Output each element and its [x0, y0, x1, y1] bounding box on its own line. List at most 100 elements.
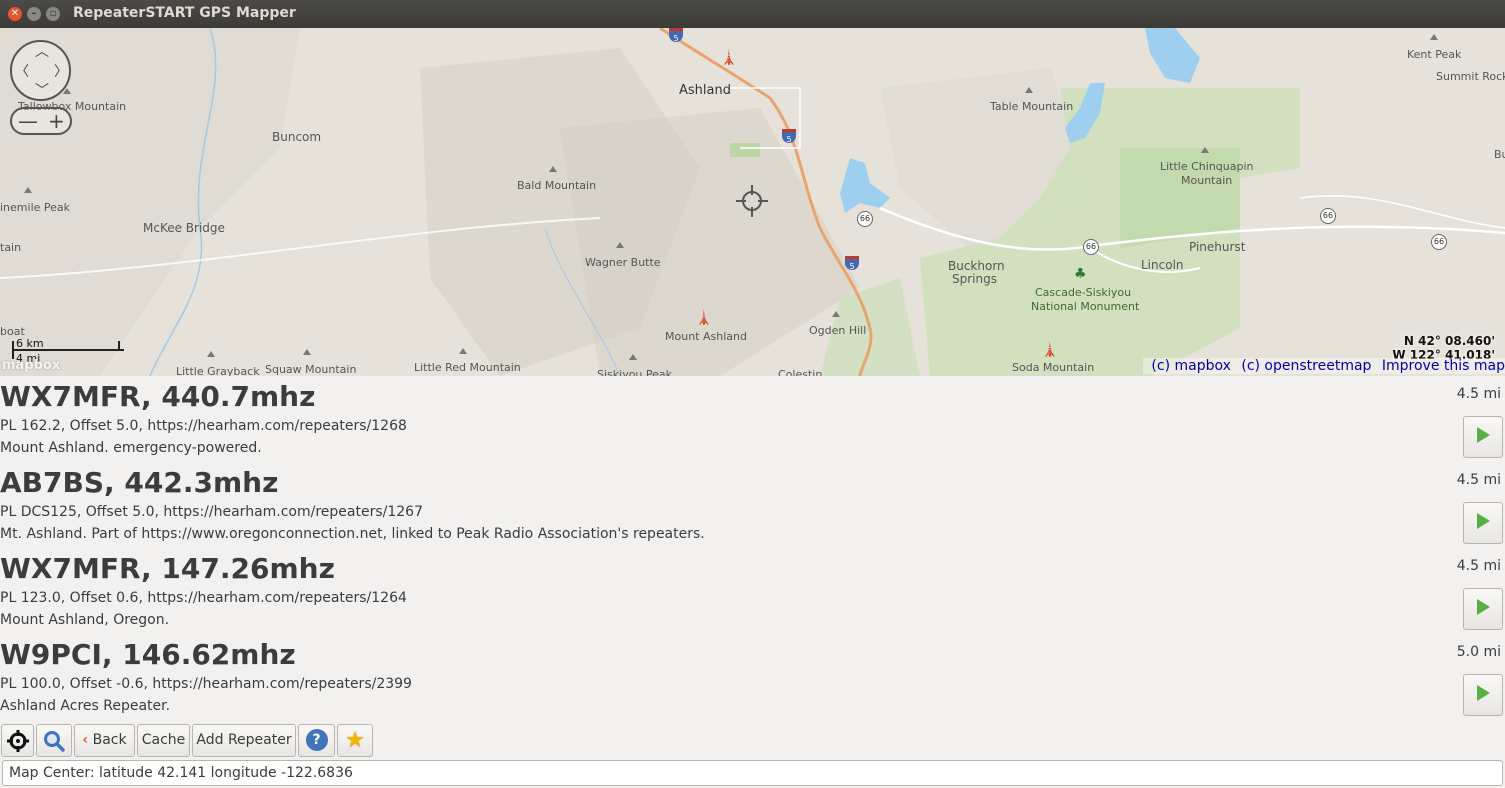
repeater-distance: 4.5 mi: [1457, 386, 1501, 402]
bottom-toolbar: ‹ Back Cache Add Repeater ? ★: [0, 724, 1505, 758]
map-label: Little Chinquapin: [1160, 160, 1254, 173]
coordinate-latitude: N 42° 08.460': [1392, 334, 1495, 348]
gps-locate-button[interactable]: [1, 724, 34, 757]
radio-tower-icon[interactable]: 🗼: [720, 50, 737, 66]
repeater-details: PL 162.2, Offset 5.0, https://hearham.co…: [0, 418, 407, 434]
peak-icon: [832, 311, 840, 317]
search-icon: [43, 730, 65, 752]
play-button[interactable]: [1463, 588, 1503, 630]
map-label: Mount Ashland: [665, 330, 747, 343]
peak-icon: [24, 187, 32, 193]
pan-down-icon[interactable]: ﹀: [35, 80, 49, 100]
repeater-details: PL 123.0, Offset 0.6, https://hearham.co…: [0, 590, 407, 606]
back-button[interactable]: ‹ Back: [74, 724, 135, 757]
map-label: Colestin: [778, 368, 822, 376]
map-center-status: Map Center: latitude 42.141 longitude -1…: [2, 760, 1503, 786]
repeater-details: PL DCS125, Offset 5.0, https://hearham.c…: [0, 504, 423, 520]
map-label: Bald Mountain: [517, 179, 596, 192]
play-icon: [1477, 427, 1490, 443]
map-center-crosshair-icon: [736, 185, 768, 217]
mapbox-logo: mapbox: [2, 358, 60, 373]
help-button[interactable]: ?: [298, 724, 335, 757]
map-view[interactable]: Tallowbox Mountain Buncom Bald Mountain …: [0, 28, 1505, 376]
zoom-out-icon[interactable]: —: [18, 109, 38, 133]
favorites-button[interactable]: ★: [337, 724, 373, 757]
play-button[interactable]: [1463, 674, 1503, 716]
map-label: Table Mountain: [990, 100, 1073, 113]
repeater-description: Mt. Ashland. Part of https://www.oregonc…: [0, 526, 705, 542]
repeater-name: AB7BS, 442.3mhz: [0, 466, 278, 499]
route-shield-icon: 66: [857, 211, 873, 227]
repeater-name: W9PCI, 146.62mhz: [0, 638, 296, 671]
repeater-description: Mount Ashland, Oregon.: [0, 612, 169, 628]
attrib-mapbox-link[interactable]: (c) mapbox: [1151, 358, 1230, 374]
map-pan-control[interactable]: ︿ ﹀ 〈 〉: [10, 40, 71, 101]
crosshair-icon: [7, 730, 29, 752]
repeater-name: WX7MFR, 440.7mhz: [0, 380, 315, 413]
repeater-entry: W9PCI, 146.62mhz PL 100.0, Offset -0.6, …: [0, 634, 1505, 720]
pan-up-icon[interactable]: ︿: [35, 41, 49, 61]
map-label: Bu: [1494, 148, 1505, 161]
cache-button[interactable]: Cache: [137, 724, 190, 757]
map-zoom-control[interactable]: — +: [10, 107, 72, 135]
map-label: Mountain: [1181, 174, 1232, 187]
zoom-in-icon[interactable]: +: [48, 109, 65, 133]
maximize-window-button[interactable]: ▫: [46, 7, 60, 21]
peak-icon: [1025, 87, 1033, 93]
title-bar: ✕ – ▫ RepeaterSTART GPS Mapper: [0, 0, 1505, 28]
peak-icon: [616, 242, 624, 248]
interstate-shield-icon: 5: [669, 28, 683, 42]
peak-icon: [303, 349, 311, 355]
repeater-entry: WX7MFR, 440.7mhz PL 162.2, Offset 5.0, h…: [0, 376, 1505, 462]
star-icon: ★: [345, 728, 365, 753]
map-label: Buckhorn: [948, 259, 1005, 273]
map-label: Little Grayback: [176, 365, 260, 376]
window-title: RepeaterSTART GPS Mapper: [73, 5, 296, 21]
map-label: Buncom: [272, 130, 321, 144]
repeater-description: Mount Ashland. emergency-powered.: [0, 440, 262, 456]
map-label: Soda Mountain: [1012, 361, 1094, 374]
repeater-distance: 5.0 mi: [1457, 644, 1501, 660]
add-repeater-label: Add Repeater: [196, 732, 291, 748]
map-label: Siskiyou Peak: [597, 368, 672, 376]
repeater-distance: 4.5 mi: [1457, 558, 1501, 574]
improve-map-link[interactable]: Improve this map: [1382, 358, 1505, 374]
add-repeater-button[interactable]: Add Repeater: [192, 724, 296, 757]
route-shield-icon: 66: [1320, 208, 1336, 224]
pan-left-icon[interactable]: 〈: [15, 61, 29, 81]
back-button-label: Back: [93, 732, 127, 748]
map-label: Squaw Mountain: [265, 363, 356, 376]
cache-button-label: Cache: [142, 732, 186, 748]
pan-right-icon[interactable]: 〉: [54, 61, 68, 81]
play-button[interactable]: [1463, 416, 1503, 458]
route-shield-icon: 66: [1431, 234, 1447, 250]
repeater-list: WX7MFR, 440.7mhz PL 162.2, Offset 5.0, h…: [0, 376, 1505, 722]
radio-tower-icon[interactable]: 🗼: [695, 310, 712, 326]
attrib-osm-link[interactable]: (c) openstreetmap: [1241, 358, 1371, 374]
map-label: Lincoln: [1141, 258, 1184, 272]
peak-icon: [629, 354, 637, 360]
radio-tower-icon[interactable]: 🗼: [1041, 342, 1058, 358]
map-label: Wagner Butte: [585, 256, 661, 269]
map-label: Pinehurst: [1189, 240, 1245, 254]
map-label: tain: [0, 241, 21, 254]
scale-km-label: 6 km: [16, 337, 44, 350]
map-label: Summit Rock: [1436, 70, 1505, 83]
peak-icon: [1430, 34, 1438, 40]
play-button[interactable]: [1463, 502, 1503, 544]
map-label: Springs: [952, 272, 997, 286]
minimize-window-button[interactable]: –: [27, 7, 41, 21]
repeater-details: PL 100.0, Offset -0.6, https://hearham.c…: [0, 676, 412, 692]
close-window-button[interactable]: ✕: [8, 7, 22, 21]
peak-icon: [459, 348, 467, 354]
map-label: Ashland: [679, 83, 731, 98]
map-label: Ogden Hill: [809, 324, 866, 337]
map-label: Cascade-Siskiyou: [1035, 286, 1131, 299]
map-label: National Monument: [1031, 300, 1139, 313]
map-label: inemile Peak: [0, 201, 70, 214]
peak-icon: [207, 351, 215, 357]
park-tree-icon: ♣: [1074, 266, 1087, 282]
peak-icon: [549, 166, 557, 172]
search-button[interactable]: [36, 724, 72, 757]
play-icon: [1477, 513, 1490, 529]
